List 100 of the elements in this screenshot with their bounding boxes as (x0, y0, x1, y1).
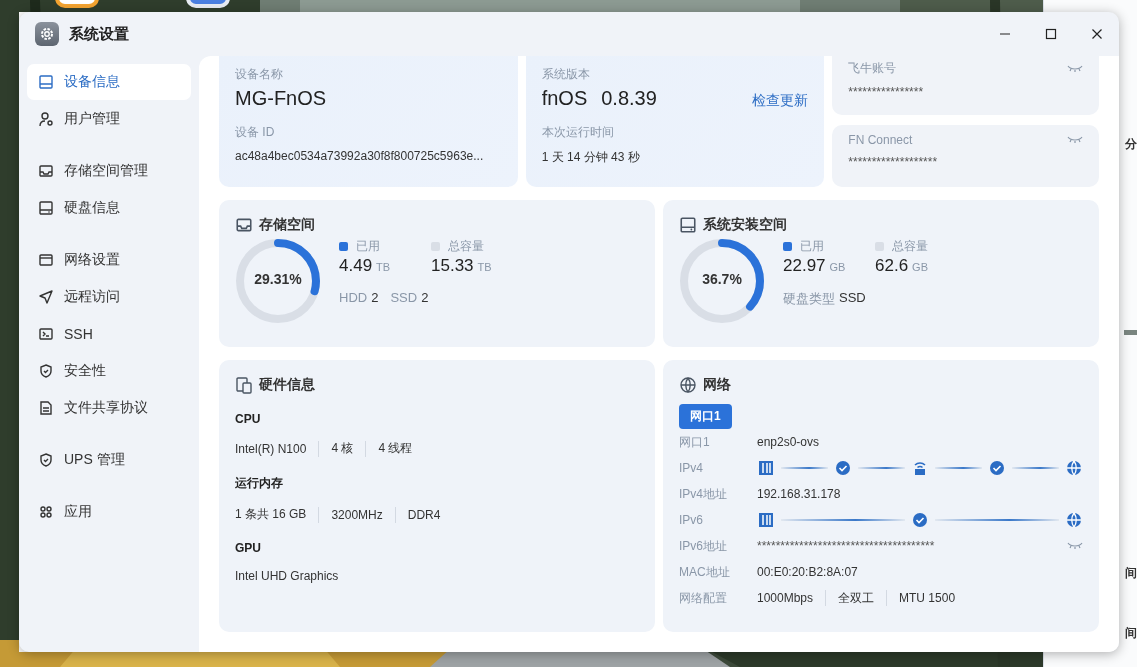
legend-swatch (339, 242, 348, 251)
size-unit: TB (376, 261, 391, 273)
legend-label: 总容量 (892, 238, 928, 255)
field-label: MAC地址 (679, 563, 731, 581)
sidebar-item[interactable]: 用户管理 (27, 101, 191, 137)
check-icon (911, 511, 929, 529)
server-icon (757, 459, 775, 477)
sidebar-item[interactable]: 网络设置 (27, 242, 191, 278)
field-label: 设备名称 (235, 66, 284, 83)
field-label: 设备 ID (235, 124, 276, 141)
field-value: 192.168.31.178 (757, 487, 841, 501)
os-name: fnOS (541, 87, 588, 110)
field-label: IPv4地址 (679, 485, 728, 503)
maximize-icon[interactable] (1045, 28, 1057, 40)
section-heading: GPU (235, 541, 262, 555)
detail-value: 2 (421, 290, 429, 305)
tray-icon (235, 216, 253, 234)
field-value: MTU 1500 (899, 591, 956, 605)
shield-icon (38, 363, 54, 379)
globe-icon (1065, 459, 1083, 477)
port-tab[interactable]: 网口1 (679, 404, 732, 429)
field-label: IPv6 (679, 513, 704, 527)
field-label: FN Connect (848, 132, 913, 147)
field-label: 网络配置 (679, 589, 728, 607)
user-icon (38, 111, 54, 127)
device-name: MG-FnOS (235, 87, 328, 110)
connection-line (781, 467, 828, 469)
close-icon[interactable] (1091, 28, 1103, 40)
globe-icon (1065, 511, 1083, 529)
size-value: 62.6 (875, 256, 909, 276)
server-icon (757, 511, 775, 529)
connection-line (1012, 467, 1059, 469)
usage-percent: 36.7% (701, 271, 743, 287)
check-icon (834, 459, 852, 477)
masked-value: **************** (848, 85, 925, 99)
field-value: 1000Mbps (757, 591, 814, 605)
check-update-link[interactable]: 检查更新 (752, 92, 809, 110)
sidebar-item[interactable]: 设备信息 (27, 64, 191, 100)
size-unit: TB (477, 261, 492, 273)
sidebar-item[interactable]: SSH (27, 316, 191, 352)
drive-icon (38, 200, 54, 216)
detail-value: SSD (839, 290, 866, 307)
field-label: 系统版本 (541, 66, 591, 83)
shield-icon (38, 452, 54, 468)
field-label: 本次运行时间 (541, 124, 615, 141)
sidebar-item[interactable]: 文件共享协议 (27, 390, 191, 426)
uptime-value: 1 天 14 分钟 43 秒 (541, 149, 640, 166)
field-value: 00:E0:20:B2:8A:07 (757, 565, 858, 579)
legend-label: 总容量 (448, 238, 484, 255)
spec-value: 3200MHz (331, 507, 383, 522)
field-label: IPv4 (679, 461, 704, 475)
os-version: 0.8.39 (601, 87, 657, 110)
size-unit: GB (912, 261, 928, 273)
globe-icon (679, 376, 697, 394)
usage-percent: 29.31% (253, 271, 303, 287)
size-unit: GB (829, 261, 846, 273)
device-icon (38, 74, 54, 90)
spec-value: 4 核 (331, 440, 354, 457)
legend-label: 已用 (800, 238, 824, 255)
drive-icon (679, 216, 697, 234)
field-value: 全双工 (838, 589, 875, 607)
detail-value: 2 (371, 290, 379, 305)
check-icon (988, 459, 1006, 477)
devices-icon (235, 376, 253, 394)
document-icon (38, 400, 54, 416)
sidebar-item[interactable]: 远程访问 (27, 279, 191, 315)
field-value: enp2s0-ovs (757, 435, 820, 449)
sidebar-item[interactable]: 存储空间管理 (27, 153, 191, 189)
sidebar-item[interactable]: 安全性 (27, 353, 191, 389)
send-icon (38, 289, 54, 305)
detail-label: 硬盘类型 (783, 290, 835, 308)
connection-line (858, 467, 905, 469)
masked-value: ******************* (848, 154, 939, 169)
window-icon (38, 252, 54, 268)
field-label: 网口1 (679, 433, 711, 451)
device-id: ac48a4bec0534a73992a30f8f800725c5963e... (235, 149, 484, 163)
spec-value: 4 线程 (378, 440, 413, 457)
tray-icon (38, 163, 54, 179)
section-heading: 运行内存 (235, 475, 284, 492)
section-heading: CPU (235, 412, 262, 426)
sidebar-item[interactable]: 硬盘信息 (27, 190, 191, 226)
window-text: 分 (1125, 136, 1137, 153)
window-text: 间 (1125, 625, 1137, 642)
window-text: 间 (1125, 565, 1137, 582)
detail-label: SSD (390, 290, 418, 305)
spec-value: Intel(R) N100 (235, 441, 307, 456)
sidebar-item[interactable]: 应用 (27, 494, 191, 530)
spec-value: 1 条共 16 GB (235, 506, 307, 523)
window-title: 系统设置 (69, 24, 129, 44)
spec-value: DDR4 (407, 507, 441, 522)
detail-label: HDD (339, 290, 368, 305)
size-value: 15.33 (431, 256, 474, 276)
legend-swatch (783, 242, 792, 251)
card-title: 硬件信息 (259, 376, 315, 394)
sidebar-item[interactable]: UPS 管理 (27, 442, 191, 478)
card-title: 网络 (703, 376, 731, 394)
field-label: 飞牛账号 (848, 60, 897, 77)
connection-line (935, 467, 982, 469)
size-value: 22.97 (783, 256, 826, 276)
size-value: 4.49 (339, 256, 373, 276)
